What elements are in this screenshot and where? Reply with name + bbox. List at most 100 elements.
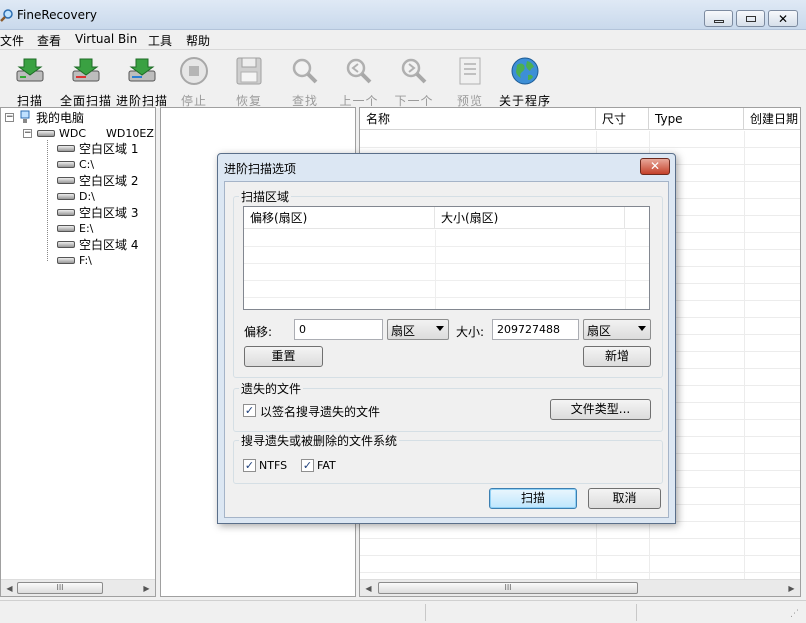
cancel-button[interactable]: 取消	[588, 488, 661, 509]
tree-item-drive-e[interactable]: E:\	[57, 220, 93, 236]
dialog-body: 扫描区域 偏移(扇区) 大小(扇区) 偏移: 0 扇区 大小: 20972748…	[224, 181, 669, 518]
grid-line	[625, 230, 626, 309]
reset-button[interactable]: 重置	[244, 346, 323, 367]
scroll-left-arrow-icon[interactable]: ◀	[2, 581, 17, 596]
menu-file[interactable]: 文件	[0, 32, 24, 49]
column-name[interactable]: 名称	[360, 108, 596, 130]
status-separator	[425, 604, 426, 621]
advanced-scan-dialog: 进阶扫描选项 ✕ 扫描区域 偏移(扇区) 大小(扇区) 偏移: 0 扇区 大小:…	[217, 153, 676, 524]
grid-line	[744, 131, 745, 579]
menu-tools[interactable]: 工具	[148, 32, 172, 49]
partition-icon	[57, 144, 75, 152]
offset-input[interactable]: 0	[294, 319, 383, 340]
resize-grip-icon[interactable]: ⋰	[790, 609, 799, 619]
scroll-right-arrow-icon[interactable]: ▶	[784, 581, 799, 596]
drive-icon	[57, 256, 75, 264]
grid-line	[435, 230, 436, 309]
column-created-date[interactable]: 创建日期	[744, 108, 800, 130]
previous-icon	[346, 58, 372, 84]
tree-item-drive-f[interactable]: F:\	[57, 252, 92, 268]
minimize-icon	[714, 20, 724, 23]
scan-region-table[interactable]: 偏移(扇区) 大小(扇区)	[243, 206, 650, 310]
tree-root-my-computer[interactable]: 我的电脑	[19, 109, 84, 125]
full-scan-button[interactable]: 全面扫描	[58, 55, 114, 108]
about-button[interactable]: 关于程序	[496, 55, 554, 108]
fat-checkbox[interactable]: ✓	[301, 459, 314, 472]
stop-button[interactable]: 停止	[176, 55, 212, 108]
tree-item-free-1[interactable]: 空白区域 1	[57, 140, 138, 156]
scrollbar-thumb[interactable]: III	[17, 582, 103, 594]
close-icon: ✕	[778, 12, 789, 26]
magnifier-icon	[292, 58, 318, 84]
previous-button[interactable]: 上一个	[336, 55, 382, 108]
tree-item-free-3[interactable]: 空白区域 3	[57, 204, 138, 220]
scan-disk-icon	[16, 58, 44, 82]
region-table-header: 偏移(扇区) 大小(扇区)	[244, 207, 649, 229]
offset-label: 偏移:	[244, 325, 273, 339]
next-icon	[401, 58, 427, 84]
menu-help[interactable]: 帮助	[186, 32, 210, 49]
drive-icon	[57, 160, 75, 168]
dialog-close-button[interactable]: ✕	[640, 158, 670, 175]
lost-files-title: 遗失的文件	[239, 380, 304, 397]
ntfs-label: NTFS	[259, 459, 288, 472]
chevron-down-icon	[436, 326, 444, 331]
size-unit-select[interactable]: 扇区	[583, 319, 651, 340]
region-table-grid	[244, 230, 649, 309]
tree-expander[interactable]: −	[23, 129, 32, 138]
scrollbar-thumb[interactable]: III	[378, 582, 638, 594]
preview-button[interactable]: 预览	[452, 55, 488, 108]
add-region-button[interactable]: 新增	[583, 346, 651, 367]
tree-expander[interactable]: −	[5, 113, 14, 122]
advanced-scan-button[interactable]: 进阶扫描	[114, 55, 170, 108]
ntfs-checkbox[interactable]: ✓	[243, 459, 256, 472]
chevron-down-icon	[638, 326, 646, 331]
column-offset[interactable]: 偏移(扇区)	[244, 207, 435, 229]
fat-label: FAT	[317, 459, 336, 472]
signature-search-checkbox[interactable]: ✓	[243, 404, 256, 417]
preview-icon	[459, 57, 481, 85]
window-title: FineRecovery	[17, 8, 97, 22]
scroll-left-arrow-icon[interactable]: ◀	[361, 581, 376, 596]
drive-tree-pane[interactable]: − 我的电脑 − WDC WD10EZEX 空白区域 1 C:\ 空白区域 2 …	[0, 107, 156, 597]
tree-item-free-2[interactable]: 空白区域 2	[57, 172, 138, 188]
status-bar: ⋰	[0, 600, 806, 623]
recover-button[interactable]: 恢复	[231, 55, 267, 108]
menu-view[interactable]: 查看	[37, 32, 61, 49]
scroll-right-arrow-icon[interactable]: ▶	[139, 581, 154, 596]
close-icon: ✕	[649, 159, 661, 173]
globe-icon	[511, 57, 539, 85]
close-window-button[interactable]: ✕	[768, 10, 798, 27]
file-types-button[interactable]: 文件类型...	[550, 399, 651, 420]
filesystems-title: 搜寻遗失或被删除的文件系统	[239, 432, 400, 449]
scan-button[interactable]: 扫描	[10, 55, 50, 108]
tree-item-free-4[interactable]: 空白区域 4	[57, 236, 138, 252]
list-horizontal-scrollbar[interactable]: ◀ III ▶	[360, 579, 800, 596]
offset-unit-select[interactable]: 扇区	[387, 319, 449, 340]
minimize-button[interactable]	[704, 10, 733, 27]
size-input[interactable]: 209727488	[492, 319, 579, 340]
size-label: 大小:	[456, 325, 485, 339]
next-button[interactable]: 下一个	[391, 55, 437, 108]
find-button[interactable]: 查找	[287, 55, 323, 108]
tree-item-drive-c[interactable]: C:\	[57, 156, 94, 172]
tree-item-drive-d[interactable]: D:\	[57, 188, 95, 204]
hard-disk-icon	[37, 129, 55, 137]
partition-icon	[57, 208, 75, 216]
tree-horizontal-scrollbar[interactable]: ◀ III ▶	[1, 579, 155, 596]
maximize-button[interactable]	[736, 10, 765, 27]
drive-icon	[57, 224, 75, 232]
menu-bar: 文件 查看 Virtual Bin 工具 帮助	[0, 30, 806, 50]
advanced-scan-disk-icon	[128, 58, 156, 82]
scan-button[interactable]: 扫描	[489, 488, 577, 509]
menu-virtual-bin[interactable]: Virtual Bin	[75, 32, 137, 46]
drive-icon	[57, 192, 75, 200]
save-floppy-icon	[236, 57, 262, 85]
computer-icon	[20, 110, 30, 123]
filesystems-group: 搜寻遗失或被删除的文件系统	[233, 432, 663, 484]
scan-region-title: 扫描区域	[239, 188, 292, 205]
app-magnifier-icon	[0, 9, 13, 22]
column-size[interactable]: 尺寸	[596, 108, 649, 130]
column-type[interactable]: Type	[649, 108, 744, 130]
column-size[interactable]: 大小(扇区)	[435, 207, 625, 229]
